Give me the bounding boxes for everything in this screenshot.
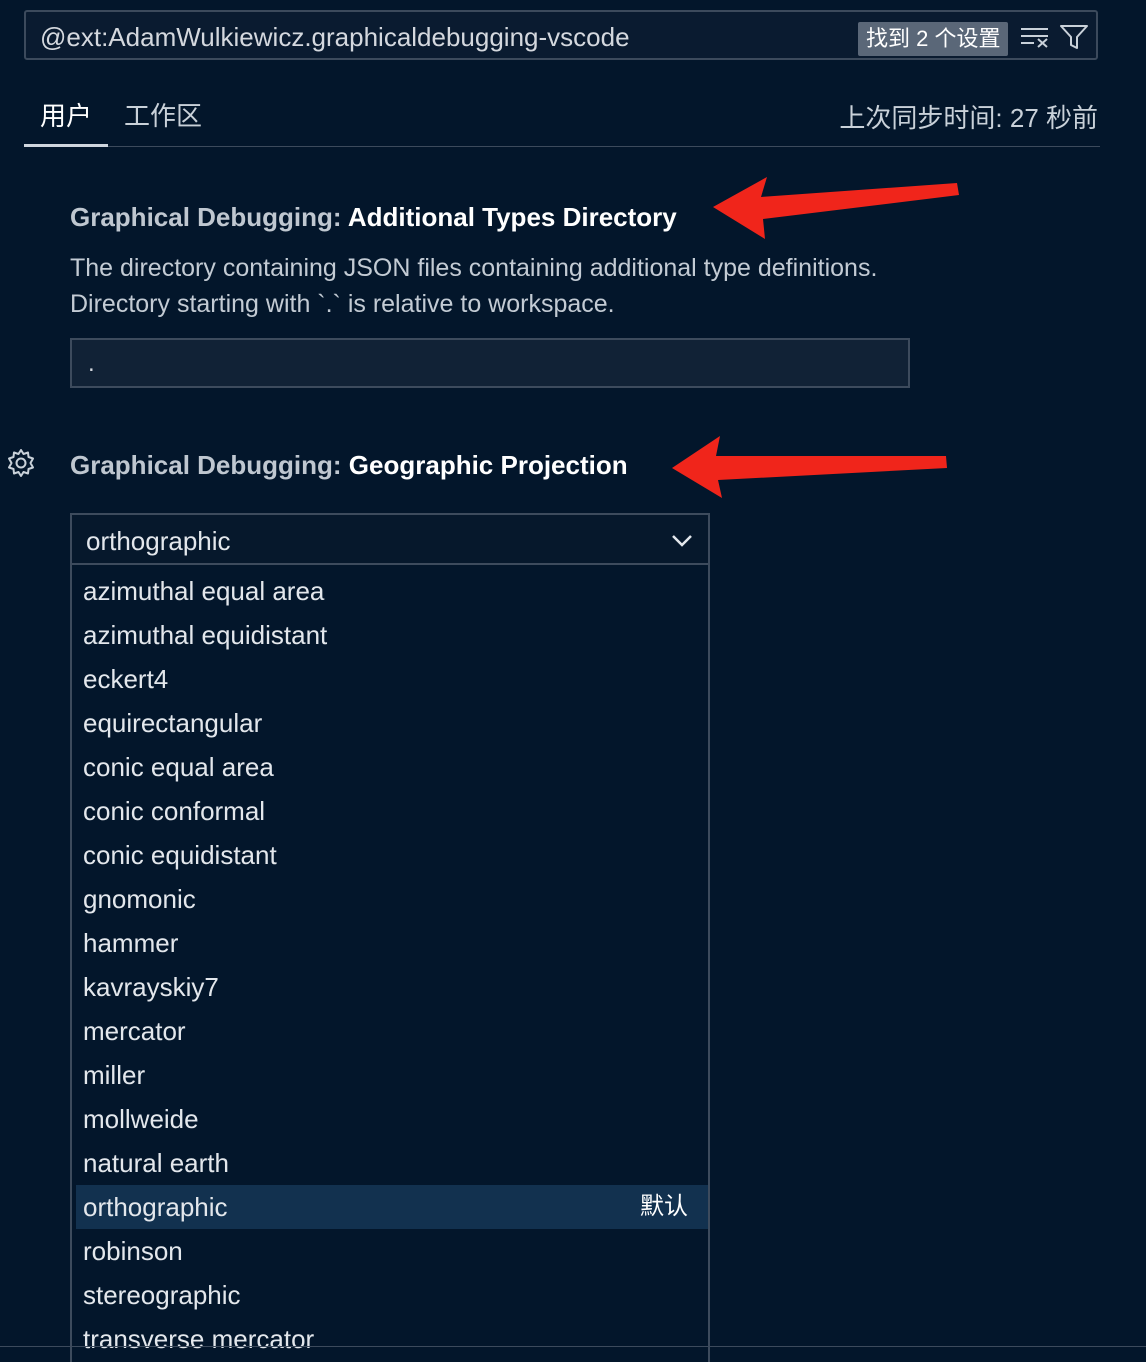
default-tag: 默认	[640, 1193, 688, 1220]
dropdown-option-selected[interactable]: orthographic 默认	[76, 1185, 708, 1229]
results-count-badge: 找到 2 个设置	[858, 22, 1009, 56]
setting-category: Graphical Debugging:	[70, 450, 349, 480]
sync-status: 上次同步时间: 27 秒前	[839, 103, 1098, 133]
active-tab-indicator	[24, 144, 108, 147]
dropdown-option[interactable]: kavrayskiy7	[76, 965, 708, 1009]
dropdown-option[interactable]: natural earth	[76, 1141, 708, 1185]
tabs-divider	[24, 146, 1100, 147]
dropdown-option[interactable]: equirectangular	[76, 701, 708, 745]
dropdown-option[interactable]: conic equidistant	[76, 833, 708, 877]
settings-editor: @ext:AdamWulkiewicz.graphicaldebugging-v…	[0, 0, 1146, 1362]
setting-name: Additional Types Directory	[347, 202, 677, 232]
setting-category: Graphical Debugging:	[70, 202, 348, 232]
search-input[interactable]: @ext:AdamWulkiewicz.graphicaldebugging-v…	[40, 22, 630, 53]
dropdown-option[interactable]: azimuthal equidistant	[76, 613, 708, 657]
chevron-down-icon	[672, 535, 692, 547]
description-line: Directory starting with `.` is relative …	[70, 290, 615, 318]
dropdown-option[interactable]: transverse mercator	[76, 1317, 708, 1361]
setting-name: Geographic Projection	[348, 450, 628, 480]
tab-user[interactable]: 用户	[40, 96, 92, 133]
clear-filter-icon[interactable]	[1020, 26, 1050, 48]
filter-icon[interactable]	[1060, 24, 1088, 50]
dropdown-option[interactable]: eckert4	[76, 657, 708, 701]
settings-search-box[interactable]: @ext:AdamWulkiewicz.graphicaldebugging-v…	[24, 10, 1098, 60]
dropdown-option[interactable]: gnomonic	[76, 877, 708, 921]
dropdown-option[interactable]: azimuthal equal area	[76, 569, 708, 613]
dropdown-option[interactable]: conic equal area	[76, 745, 708, 789]
geographic-projection-select[interactable]: orthographic	[70, 513, 710, 565]
gear-icon[interactable]	[6, 448, 36, 478]
dropdown-option[interactable]: hammer	[76, 921, 708, 965]
tab-workspace[interactable]: 工作区	[124, 96, 202, 133]
annotation-arrow	[713, 177, 959, 239]
projection-dropdown-list: azimuthal equal area azimuthal equidista…	[70, 565, 710, 1362]
setting-description: The directory containing JSON files cont…	[70, 250, 1030, 322]
dropdown-option[interactable]: miller	[76, 1053, 708, 1097]
select-value: orthographic	[86, 526, 231, 556]
dropdown-option[interactable]: stereographic	[76, 1273, 708, 1317]
dropdown-option[interactable]: conic conformal	[76, 789, 708, 833]
annotation-arrow	[672, 436, 947, 498]
dropdown-option[interactable]: mollweide	[76, 1097, 708, 1141]
setting-title-additional-types-directory: Graphical Debugging: Additional Types Di…	[70, 202, 677, 233]
setting-title-geographic-projection: Graphical Debugging: Geographic Projecti…	[70, 450, 628, 481]
dropdown-option[interactable]: mercator	[76, 1009, 708, 1053]
additional-types-directory-input[interactable]: .	[70, 338, 910, 388]
description-line: The directory containing JSON files cont…	[70, 254, 878, 282]
dropdown-option[interactable]: robinson	[76, 1229, 708, 1273]
panel-divider	[0, 1346, 1146, 1347]
